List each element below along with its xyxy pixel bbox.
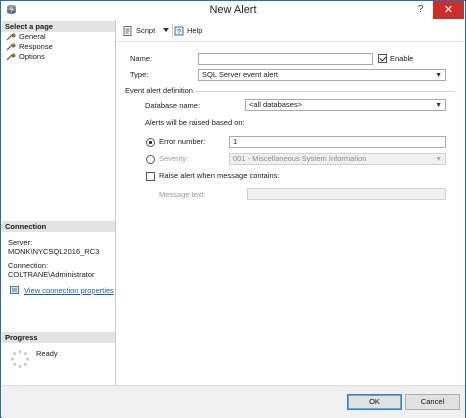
toolbar: Script ? Help — [117, 20, 464, 42]
severity-select-value: 001 - Miscellaneous System Information — [233, 154, 367, 163]
severity-label: Severity: — [159, 154, 189, 163]
error-number-label: Error number: — [159, 137, 206, 146]
page-item-label: Response — [19, 42, 53, 51]
connection-header: Connection — [2, 221, 115, 232]
wrench-icon — [6, 53, 16, 61]
close-window-button[interactable]: ✕ — [433, 1, 464, 19]
connection-properties-icon — [10, 286, 19, 294]
page-item-options[interactable]: Options — [6, 52, 45, 62]
connection-label: Connection: — [8, 261, 49, 270]
page-item-label: General — [19, 32, 46, 41]
page-item-response[interactable]: Response — [6, 42, 53, 52]
script-dropdown-arrow-icon[interactable] — [163, 28, 169, 32]
error-number-input[interactable]: 1 — [229, 136, 446, 148]
type-select-value: SQL Server event alert — [202, 70, 279, 79]
server-value: MONK\NYCSQL2016_RC3 — [8, 247, 100, 256]
svg-text:?: ? — [177, 29, 181, 36]
progress-header: Progress — [2, 332, 115, 343]
database-name-select[interactable]: <all databases> ▼ — [245, 99, 446, 111]
select-page-header: Select a page — [2, 21, 115, 32]
database-name-value: <all databases> — [249, 100, 302, 109]
script-button[interactable]: Script — [123, 25, 155, 37]
view-connection-properties-label: View connection properties — [24, 286, 114, 295]
progress-spinner-icon — [10, 349, 30, 369]
wrench-icon — [6, 43, 16, 51]
enable-label: Enable — [390, 54, 414, 63]
chevron-down-icon: ▼ — [435, 156, 442, 163]
name-label: Name: — [130, 54, 153, 63]
severity-select[interactable]: 001 - Miscellaneous System Information ▼ — [229, 153, 446, 165]
view-connection-properties-link[interactable]: View connection properties — [10, 286, 114, 296]
database-name-label: Database name: — [145, 101, 201, 110]
type-label: Type: — [130, 70, 149, 79]
type-select[interactable]: SQL Server event alert ▼ — [198, 69, 446, 81]
script-icon — [123, 26, 132, 36]
general-page: Script ? Help Name: Enable Type: SQL Ser… — [117, 20, 464, 385]
dialog-footer: OK Cancel — [2, 385, 465, 418]
progress-status: Ready — [36, 349, 58, 358]
event-alert-definition-header: Event alert definition — [125, 86, 193, 95]
window-title: New Alert — [209, 4, 257, 16]
raise-alert-label: Raise alert when message contains: — [159, 171, 280, 180]
help-label: Help — [187, 26, 203, 35]
help-button[interactable]: ? Help — [174, 25, 202, 37]
left-panel: Select a page General Response Options C… — [2, 20, 116, 385]
message-text-input[interactable] — [247, 188, 446, 200]
ok-button[interactable]: OK — [347, 394, 402, 410]
server-label: Server: — [8, 238, 33, 247]
toolbar-separator — [172, 24, 173, 38]
error-number-radio[interactable] — [146, 138, 155, 147]
help-book-icon: ? — [174, 26, 184, 36]
new-alert-window: New Alert ? ✕ Select a page General Resp… — [0, 0, 466, 418]
message-text-label: Message text: — [159, 190, 206, 199]
script-label: Script — [136, 26, 156, 35]
page-item-general[interactable]: General — [6, 32, 46, 42]
chevron-down-icon: ▼ — [435, 72, 442, 79]
severity-radio[interactable] — [146, 155, 155, 164]
raise-alert-checkbox[interactable] — [146, 172, 155, 181]
page-item-label: Options — [19, 52, 45, 61]
help-window-button[interactable]: ? — [409, 1, 432, 19]
cancel-button[interactable]: Cancel — [405, 394, 460, 410]
connection-value: COLTRANE\Administrator — [8, 270, 95, 279]
wrench-icon — [6, 33, 16, 41]
group-divider — [195, 91, 455, 92]
alerts-raised-label: Alerts will be raised based on: — [145, 118, 245, 127]
enable-checkbox[interactable] — [378, 54, 387, 63]
name-input[interactable] — [198, 53, 373, 65]
chevron-down-icon: ▼ — [435, 102, 442, 109]
title-bar: New Alert ? ✕ — [1, 1, 465, 20]
